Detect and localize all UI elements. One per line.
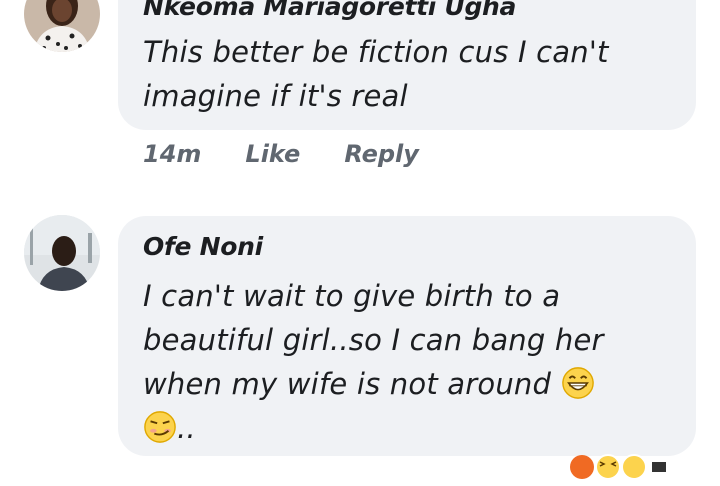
- reaction-icons: [570, 454, 666, 480]
- comment-text-line: when my wife is not around: [143, 362, 604, 406]
- smirking-face-emoji-icon: [144, 411, 176, 443]
- comment-text-line: ..: [143, 406, 604, 450]
- comment-text-fragment: ..: [177, 411, 196, 445]
- comment-author[interactable]: Ofe Noni: [143, 232, 263, 261]
- avatar[interactable]: [24, 215, 100, 291]
- profile-photo-man: [24, 215, 100, 291]
- comment-text-line: beautiful girl..so I can bang her: [143, 323, 604, 357]
- comment-text: I can't wait to give birth to a beautifu…: [143, 274, 604, 450]
- laughing-reaction-icon: [595, 454, 621, 480]
- comment-text-line: I can't wait to give birth to a: [143, 279, 561, 313]
- grinning-face-with-smiling-eyes-emoji-icon: [561, 367, 594, 399]
- comment-text-fragment: when my wife is not around: [143, 367, 552, 401]
- haha-reaction-icon: [570, 455, 594, 479]
- comment-2: Ofe Noni I can't wait to give birth to a…: [0, 0, 720, 480]
- reaction-summary[interactable]: [568, 452, 698, 482]
